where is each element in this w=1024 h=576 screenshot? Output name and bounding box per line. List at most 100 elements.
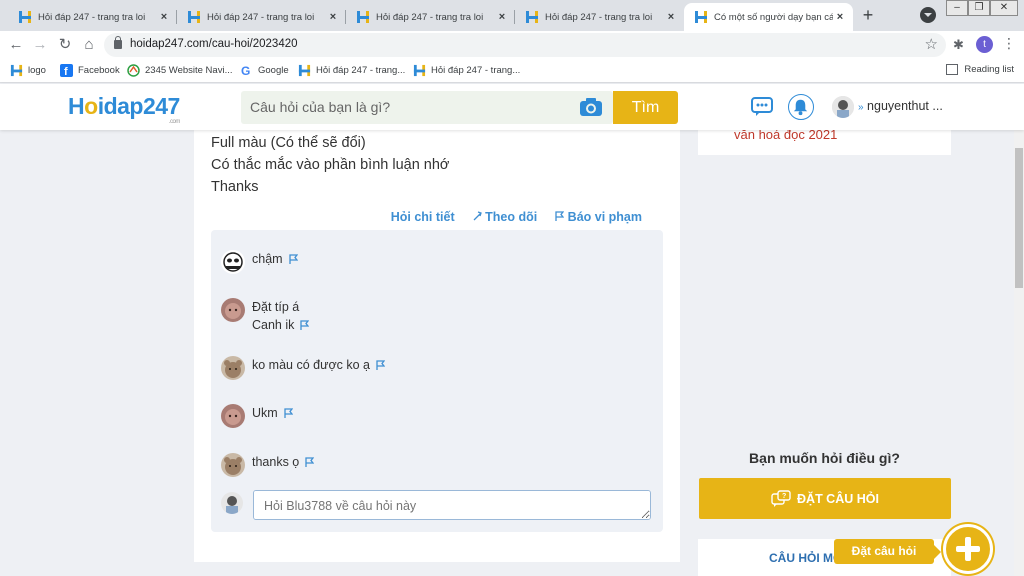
tab-close-icon[interactable]: × [157,11,171,23]
bookmark-label: logo [28,65,46,76]
commenter-avatar[interactable] [221,404,245,428]
bookmark-item[interactable]: f Facebook [60,64,120,77]
ask-question-button[interactable]: ? ĐẶT CÂU HỎI [699,478,951,519]
browser-tab[interactable]: Hỏi đáp 247 - trang tra loi × [8,3,177,31]
commenter-avatar[interactable] [221,356,245,380]
close-window-button[interactable]: ✕ [990,0,1018,16]
tab-close-icon[interactable]: × [495,11,509,23]
commenter-avatar[interactable] [221,453,245,477]
profile-avatar[interactable]: t [976,36,993,53]
comment-line: Đặt típ á [252,300,300,314]
address-bar[interactable]: hoidap247.com/cau-hoi/2023420 ☆ [104,33,946,57]
site-header: Hoidap247 .com Câu hỏi của bạn là gì? Tì… [0,84,1024,130]
website-navi-icon [127,64,140,77]
svg-text:?: ? [782,493,786,500]
reload-icon[interactable]: ↻ [55,35,75,55]
page-scrollbar[interactable] [1014,130,1024,576]
current-user-avatar [221,492,243,514]
browser-tab-active[interactable]: Có một số người dạy bạn cách × [684,3,853,31]
browser-menu-icon[interactable]: ⋮ [1002,35,1016,52]
browser-toolbar: ← → ↻ ⌂ hoidap247.com/cau-hoi/2023420 ☆ … [0,31,1024,59]
tab-close-icon[interactable]: × [664,11,678,23]
comment-item: thanks ọ [221,453,315,477]
flag-icon[interactable] [305,457,315,467]
follow-icon [473,211,482,221]
browser-tab[interactable]: Hỏi đáp 247 - trang tra loi × [177,3,346,31]
browser-tab-strip: Hỏi đáp 247 - trang tra loi × Hỏi đáp 24… [0,0,1024,31]
comment-line: Canh ik [252,318,295,332]
hoidap-favicon-icon [526,11,538,23]
comment-line: ko màu có được ko ạ [252,358,371,372]
add-question-fab-plus-icon[interactable] [943,524,993,574]
browser-tab[interactable]: Hỏi đáp 247 - trang tra loi × [515,3,684,31]
comment-item: Ukm [221,404,293,428]
comment-item: chậm [221,250,298,274]
chevron-icon: » [858,102,864,113]
comment-text: ko màu có được ko ạ [252,356,386,374]
hoidap-favicon-icon [188,11,200,23]
reading-list-button[interactable]: Reading list [946,64,1014,75]
hoidap-favicon-icon [357,11,369,23]
ask-detail-link[interactable]: Hỏi chi tiết [391,210,455,224]
site-search-box[interactable]: Câu hỏi của bạn là gì? [241,91,613,124]
url-text[interactable]: hoidap247.com/cau-hoi/2023420 [130,38,298,50]
logo-text-rest: idap247 [97,93,181,119]
flag-icon[interactable] [376,360,386,370]
question-line: Full màu (Có thể sẽ đổi) [211,135,366,151]
commenter-avatar[interactable] [221,250,245,274]
forward-arrow-icon[interactable]: → [30,35,50,55]
svg-text:f: f [64,66,68,77]
report-link[interactable]: Báo vi phạm [555,210,642,224]
hoidap-favicon-icon [413,64,426,77]
minimize-button[interactable]: – [946,0,968,16]
camera-icon[interactable] [579,97,603,117]
ask-question-heading: Bạn muốn hỏi điều gì? [749,450,900,466]
username-menu[interactable]: » nguyenthut ... [858,99,943,113]
bookmark-star-icon[interactable]: ☆ [925,35,938,53]
restore-button[interactable]: ❐ [968,0,990,16]
comment-reply-input[interactable] [253,490,651,520]
extensions-puzzle-icon[interactable]: ✱ [953,37,964,53]
bookmark-item[interactable]: 2345 Website Navi... [127,64,232,77]
chat-icon[interactable] [751,97,773,117]
bookmark-label: 2345 Website Navi... [145,65,233,76]
comment-text: Ukm [252,404,293,422]
flag-icon[interactable] [284,408,293,418]
bookmark-item[interactable]: logo [10,64,46,77]
question-card: Full màu (Có thể sẽ đổi) Có thắc mắc vào… [194,120,680,562]
username-text: nguyenthut ... [867,99,943,113]
tab-search-icon[interactable] [920,7,936,23]
bear-avatar-icon [221,356,245,380]
reading-list-label: Reading list [964,64,1014,75]
notification-bell-icon[interactable] [788,94,814,120]
user-avatar[interactable] [832,96,854,118]
flag-icon[interactable] [300,320,310,330]
bookmark-label: Google [258,65,289,76]
tab-close-icon[interactable]: × [326,11,340,23]
browser-tab[interactable]: Hỏi đáp 247 - trang tra loi × [346,3,515,31]
new-tab-button[interactable]: + [858,6,878,26]
ask-question-label: ĐẶT CÂU HỎI [797,491,879,506]
back-arrow-icon[interactable]: ← [6,35,26,55]
bookmark-item[interactable]: G Google [240,64,289,77]
search-button[interactable]: Tìm [613,91,678,124]
bookmark-item[interactable]: Hỏi đáp 247 - trang... [298,64,405,77]
home-icon[interactable]: ⌂ [79,35,99,55]
site-logo[interactable]: Hoidap247 .com [68,93,181,125]
tab-close-icon[interactable]: × [833,11,847,23]
flag-icon[interactable] [288,254,298,264]
bookmark-item[interactable]: Hỏi đáp 247 - trang... [413,64,520,77]
bookmarks-bar: logo f Facebook 2345 Website Navi... G G… [0,59,1024,83]
commenter-avatar[interactable] [221,298,245,322]
avatar-image-icon [832,96,854,118]
tab-title: Hỏi đáp 247 - trang tra loi [38,11,146,23]
hoidap-favicon-icon [298,64,311,77]
question-line: Thanks [211,179,259,195]
report-label: Báo vi phạm [567,210,642,224]
follow-link[interactable]: Theo dõi [473,210,537,224]
hoidap-favicon-icon [695,11,707,23]
comments-section: chậm Đặt típ á Canh ik ko màu có được ko… [211,230,663,532]
scrollbar-thumb[interactable] [1015,148,1023,288]
question-body: Full màu (Có thể sẽ đổi) Có thắc mắc vào… [211,132,449,198]
panda-avatar-icon [221,250,245,274]
